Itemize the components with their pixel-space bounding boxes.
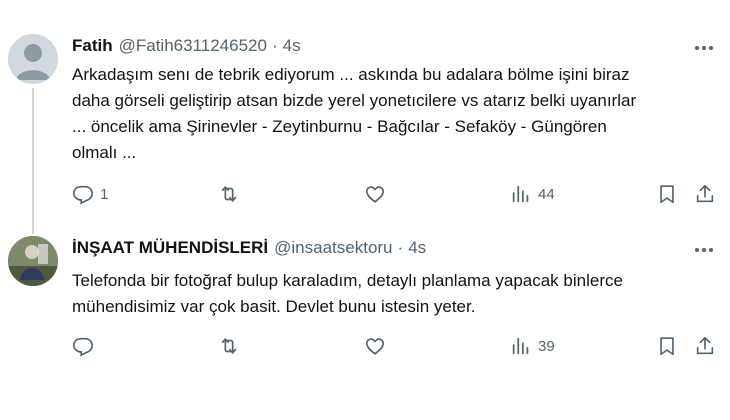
author-name[interactable]: İNŞAAT MÜHENDİSLERİ	[72, 238, 268, 258]
share-button[interactable]	[694, 182, 716, 206]
tweet-text-line: olmalı ...	[72, 143, 137, 162]
bookmark-icon	[660, 337, 674, 356]
views-button[interactable]: 39	[510, 334, 555, 358]
author-handle[interactable]: @insaatsektoru	[274, 238, 392, 258]
reply-button[interactable]: 1	[72, 182, 108, 206]
views-count: 39	[538, 337, 555, 355]
tweet-text-line: ... öncelik ama Şirinevler - Zeytinburnu…	[72, 117, 607, 136]
tweet[interactable]: Fatih @Fatih6311246520 · 4s Arkadaşım se…	[0, 0, 730, 234]
tweet-text: Arkadaşım senı de tebrik ediyorum ... as…	[72, 62, 722, 166]
reply-button[interactable]	[72, 334, 100, 358]
separator: ·	[271, 36, 278, 55]
profile-photo-icon	[8, 236, 58, 286]
retweet-icon	[221, 186, 237, 202]
like-icon	[365, 186, 385, 203]
share-icon	[696, 336, 714, 355]
tweet-header: İNŞAAT MÜHENDİSLERİ @insaatsektoru · 4s	[72, 238, 426, 258]
avatar[interactable]	[8, 34, 58, 84]
separator: ·	[397, 238, 404, 257]
avatar[interactable]	[8, 236, 58, 286]
reply-count: 1	[100, 185, 109, 203]
tweet-text-line: mühendisimiz var çok basit. Devlet bunu …	[72, 297, 476, 316]
bookmark-button[interactable]	[656, 334, 678, 358]
action-bar: 1 44	[72, 182, 722, 206]
tweet-text-line: Arkadaşım senı de tebrik ediyorum ... as…	[72, 65, 630, 84]
share-button[interactable]	[694, 334, 716, 358]
reply-icon	[73, 185, 93, 205]
default-avatar-icon	[8, 34, 58, 84]
tweet-text: Telefonda bir fotoğraf bulup karaladım, …	[72, 268, 722, 320]
bookmark-icon	[660, 185, 674, 204]
views-icon	[512, 337, 529, 355]
views-count: 44	[538, 185, 555, 203]
like-button[interactable]	[364, 182, 386, 206]
timestamp[interactable]: 4s	[408, 238, 426, 258]
retweet-button[interactable]	[218, 334, 240, 358]
tweet-header: Fatih @Fatih6311246520 · 4s	[72, 36, 301, 56]
tweet-text-line: daha görseli geliştirip atsan bizde yere…	[72, 91, 637, 110]
more-button[interactable]	[692, 38, 716, 58]
tweet[interactable]: İNŞAAT MÜHENDİSLERİ @insaatsektoru · 4s …	[0, 222, 730, 420]
more-icon	[695, 46, 713, 50]
retweet-button[interactable]	[218, 182, 240, 206]
retweet-icon	[221, 338, 237, 354]
bookmark-button[interactable]	[656, 182, 678, 206]
more-icon	[695, 248, 713, 252]
author-handle[interactable]: @Fatih6311246520	[119, 36, 267, 56]
views-button[interactable]: 44	[510, 182, 555, 206]
action-bar: 39	[72, 334, 722, 358]
like-icon	[365, 338, 385, 355]
timestamp[interactable]: 4s	[283, 36, 301, 56]
author-name[interactable]: Fatih	[72, 36, 113, 56]
reply-icon	[73, 337, 93, 357]
more-button[interactable]	[692, 240, 716, 260]
views-icon	[512, 185, 529, 203]
like-button[interactable]	[364, 334, 386, 358]
thread-line	[32, 88, 34, 234]
share-icon	[696, 184, 714, 203]
tweet-text-line: Telefonda bir fotoğraf bulup karaladım, …	[72, 271, 623, 290]
